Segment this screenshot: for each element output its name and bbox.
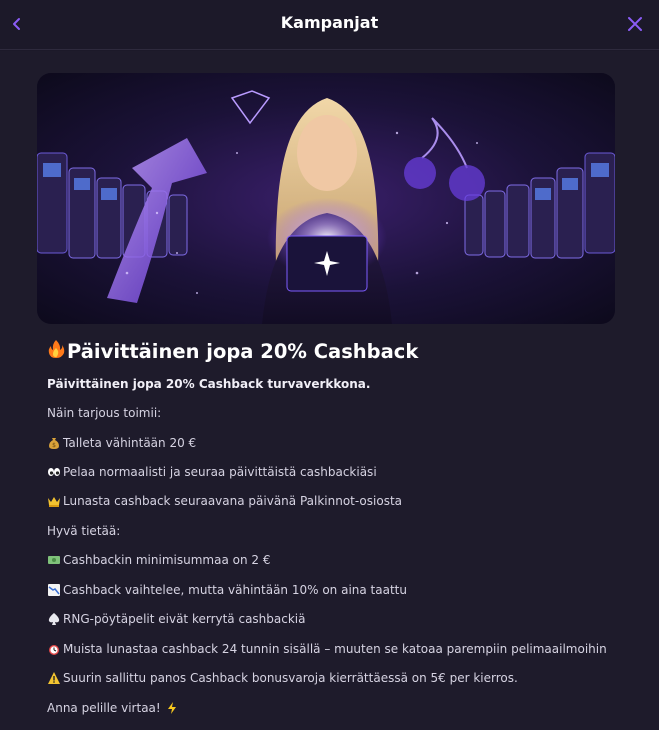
list-item: RNG-pöytäpelit eivät kerrytä cashbackiä	[47, 611, 617, 627]
list-item-text: Muista lunastaa cashback 24 tunnin sisäl…	[63, 642, 607, 656]
list-item-text: Talleta vähintään 20 €	[63, 436, 197, 450]
promo-intro: Päivittäinen jopa 20% Cashback turvaverk…	[47, 377, 371, 391]
list-item: Suurin sallittu panos Cashback bonusvaro…	[47, 670, 617, 686]
banknote-icon	[47, 553, 61, 567]
close-icon	[628, 17, 642, 31]
warning-icon	[47, 671, 61, 685]
list-item-text: RNG-pöytäpelit eivät kerrytä cashbackiä	[63, 612, 306, 626]
crown-icon	[47, 494, 61, 508]
list-item-text: Pelaa normaalisti ja seuraa päivittäistä…	[63, 465, 377, 479]
promo-title: Päivittäinen jopa 20% Cashback	[47, 339, 418, 364]
money-bag-icon: $	[47, 436, 61, 450]
lightning-icon	[165, 701, 179, 715]
spade-icon	[47, 612, 61, 626]
good-to-know-heading: Hyvä tietää:	[47, 524, 121, 538]
chart-down-icon	[47, 583, 61, 597]
list-item: $ Talleta vähintään 20 €	[47, 435, 617, 451]
eyes-icon	[47, 465, 61, 479]
list-item-text: Cashbackin minimisummaa on 2 €	[63, 553, 271, 567]
fire-icon	[47, 339, 65, 364]
promo-banner-image	[37, 73, 615, 324]
list-item-text: Suurin sallittu panos Cashback bonusvaro…	[63, 671, 518, 685]
list-item: Lunasta cashback seuraavana päivänä Palk…	[47, 493, 617, 509]
alarm-clock-icon	[47, 642, 61, 656]
list-item-text: Lunasta cashback seuraavana päivänä Palk…	[63, 494, 403, 508]
promo-title-text: Päivittäinen jopa 20% Cashback	[67, 340, 419, 363]
list-item: Cashback vaihtelee, mutta vähintään 10% …	[47, 582, 617, 598]
svg-text:$: $	[52, 442, 56, 449]
list-item-text: Cashback vaihtelee, mutta vähintään 10% …	[63, 583, 407, 597]
list-item: Cashbackin minimisummaa on 2 €	[47, 552, 617, 568]
close-button[interactable]	[625, 14, 645, 34]
promo-content: Päivittäinen jopa 20% Cashback Päivittäi…	[0, 51, 659, 730]
page-title: Kampanjat	[280, 13, 379, 32]
list-item: Muista lunastaa cashback 24 tunnin sisäl…	[47, 641, 617, 657]
header-bar: Kampanjat	[0, 0, 659, 50]
how-it-works-heading: Näin tarjous toimii:	[47, 406, 162, 420]
closing-line: Anna pelille virtaa!	[47, 700, 617, 716]
list-item: Pelaa normaalisti ja seuraa päivittäistä…	[47, 464, 617, 480]
closing-line-text: Anna pelille virtaa!	[47, 701, 161, 715]
